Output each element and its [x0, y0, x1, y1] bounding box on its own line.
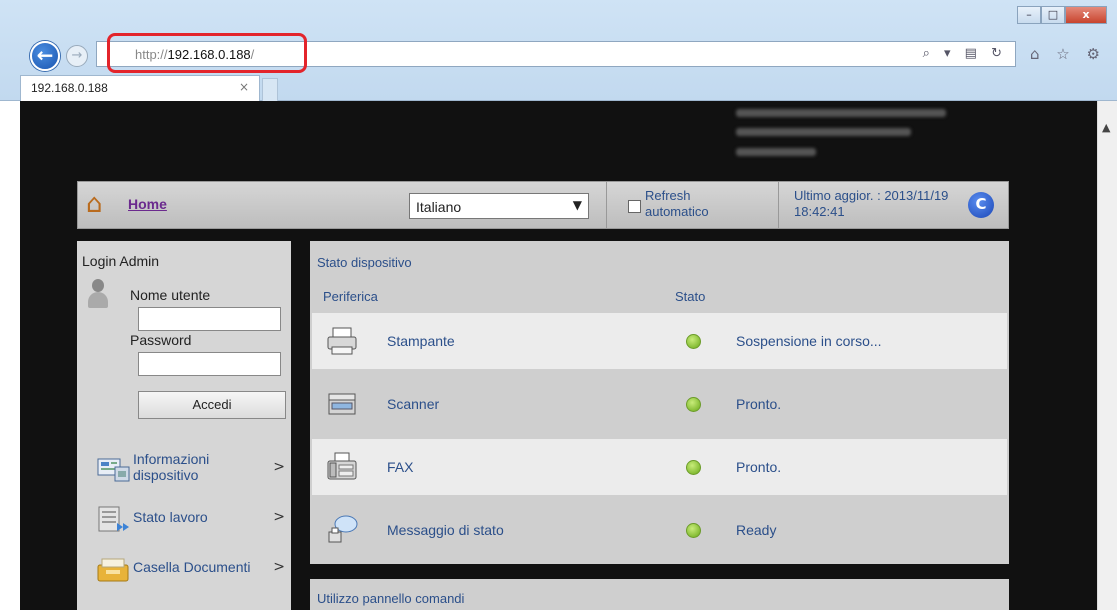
close-button[interactable]: x — [1065, 6, 1107, 24]
status-ok-icon — [686, 460, 701, 475]
address-bar-icons[interactable]: ⌕ ▾ ▤ ↻ — [923, 46, 1007, 61]
column-header-device: Periferica — [323, 289, 378, 304]
window-controls: – □ x — [1017, 6, 1107, 24]
forward-button[interactable]: → — [66, 45, 88, 67]
scanner-icon — [328, 393, 356, 415]
sidebar-item-label: Informazioni dispositivo — [133, 451, 210, 483]
sidebar: Login Admin Nome utente Password Accedi … — [77, 241, 291, 610]
table-row[interactable]: Messaggio di stato Ready — [312, 502, 1007, 558]
chevron-right-icon: > — [273, 559, 285, 575]
tab-active[interactable]: 192.168.0.188 × — [20, 75, 260, 101]
status-ok-icon — [686, 397, 701, 412]
sidebar-item-device-info[interactable]: Informazioni dispositivo > — [85, 447, 285, 493]
username-label: Nome utente — [130, 287, 211, 303]
panel-title: Utilizzo pannello comandi — [317, 591, 465, 606]
job-status-icon — [98, 506, 129, 532]
chevron-right-icon: > — [273, 459, 285, 475]
document-box-icon — [97, 558, 129, 582]
table-row[interactable]: Scanner Pronto. — [312, 376, 1007, 432]
printer-icon — [327, 327, 357, 355]
auto-refresh-label: Refresh automatico — [645, 188, 709, 219]
status-message-icon — [328, 515, 358, 543]
divider — [606, 182, 607, 228]
language-select[interactable]: Italiano ▼ — [409, 193, 589, 219]
device-name: Messaggio di stato — [387, 522, 504, 538]
blurred-info-line — [736, 109, 946, 117]
status-ok-icon — [686, 523, 701, 538]
new-tab-button[interactable] — [262, 78, 278, 101]
toolbar-icons[interactable]: ⌂ ☆ ⚙ — [1030, 45, 1106, 63]
top-navigation-bar: ⌂ Home Italiano ▼ Refresh automatico Ult… — [77, 181, 1009, 229]
user-icon — [87, 279, 109, 313]
table-row[interactable]: FAX Pronto. — [312, 439, 1007, 495]
device-status: Pronto. — [736, 459, 782, 475]
sidebar-item-label: Casella Documenti — [133, 559, 251, 575]
blurred-info-line — [736, 128, 911, 136]
sidebar-item-document-box[interactable]: Casella Documenti > — [85, 547, 285, 593]
sidebar-item-job-status[interactable]: Stato lavoro > — [85, 497, 285, 543]
last-updated-label: Ultimo aggior. : 2013/11/19 18:42:41 — [794, 188, 949, 219]
url-highlight-box — [107, 33, 307, 73]
browser-chrome: – □ x ← → http://192.168.0.188/ ⌕ ▾ ▤ ↻ … — [0, 0, 1117, 101]
tab-close-icon[interactable]: × — [239, 80, 249, 94]
username-input[interactable] — [138, 307, 281, 331]
device-name: Stampante — [387, 333, 455, 349]
blurred-info-line — [736, 148, 816, 156]
device-status: Ready — [736, 522, 777, 538]
login-button[interactable]: Accedi — [138, 391, 286, 419]
password-label: Password — [130, 332, 192, 348]
web-page: ⌂ Home Italiano ▼ Refresh automatico Ult… — [20, 101, 1097, 610]
language-value: Italiano — [416, 199, 462, 215]
panel-title: Stato dispositivo — [317, 255, 412, 270]
fax-icon — [327, 452, 357, 480]
device-info-icon — [97, 458, 130, 482]
auto-refresh-checkbox[interactable] — [628, 200, 641, 213]
status-ok-icon — [686, 334, 701, 349]
control-panel-usage-panel: Utilizzo pannello comandi — [310, 579, 1009, 610]
chevron-down-icon: ▼ — [572, 198, 582, 212]
refresh-icon[interactable]: C — [968, 192, 994, 218]
login-title: Login Admin — [82, 253, 160, 269]
scroll-up-icon[interactable]: ▲ — [1102, 121, 1110, 134]
sidebar-item-label: Stato lavoro — [133, 509, 208, 525]
minimize-button[interactable]: – — [1017, 6, 1041, 24]
device-name: FAX — [387, 459, 414, 475]
device-status: Sospensione in corso... — [736, 333, 882, 349]
divider — [778, 182, 779, 228]
vertical-scrollbar[interactable]: ▲ — [1097, 101, 1117, 610]
back-button[interactable]: ← — [30, 41, 60, 71]
tab-title: 192.168.0.188 — [31, 81, 108, 95]
chevron-right-icon: > — [273, 509, 285, 525]
password-input[interactable] — [138, 352, 281, 376]
maximize-button[interactable]: □ — [1041, 6, 1065, 24]
device-status-panel: Stato dispositivo Periferica Stato Stamp… — [310, 241, 1009, 564]
device-name: Scanner — [387, 396, 440, 412]
home-icon[interactable]: ⌂ — [86, 190, 114, 218]
device-status: Pronto. — [736, 396, 782, 412]
column-header-status: Stato — [675, 289, 706, 304]
table-row[interactable]: Stampante Sospensione in corso... — [312, 313, 1007, 369]
home-link[interactable]: Home — [128, 196, 167, 212]
